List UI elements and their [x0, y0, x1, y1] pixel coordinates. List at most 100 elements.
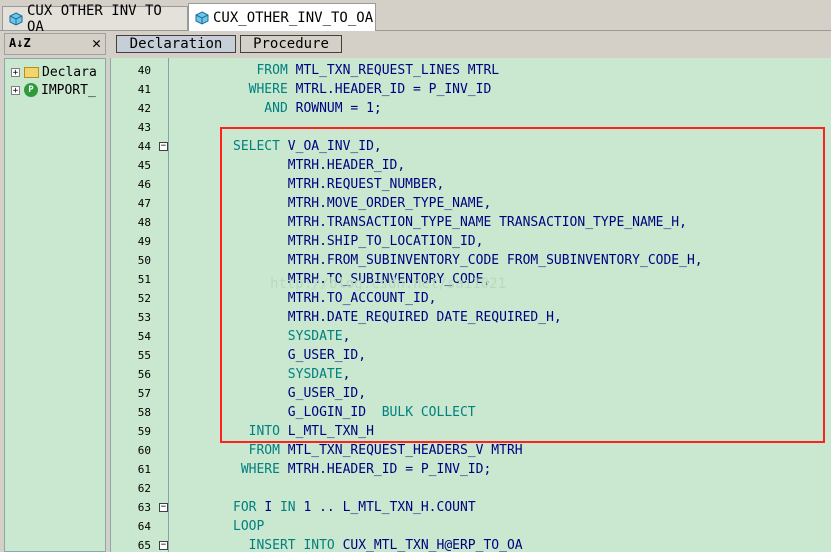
line-number: 47: [137, 197, 151, 210]
line-number: 43: [137, 121, 151, 134]
sql-identifier: MTRH.HEADER_ID,: [233, 158, 406, 173]
line-number: 54: [137, 330, 151, 343]
code-text: INTO L_MTL_TXN_H: [233, 422, 374, 441]
code-line[interactable]: 50 MTRH.FROM_SUBINVENTORY_CODE FROM_SUBI…: [111, 251, 831, 270]
line-number: 52: [137, 292, 151, 305]
code-text: MTRH.DATE_REQUIRED DATE_REQUIRED_H,: [233, 308, 562, 327]
tab-procedure[interactable]: Procedure: [240, 35, 342, 53]
expand-icon[interactable]: +: [11, 85, 20, 95]
tab-cux-other-inv-to-oa-2[interactable]: CUX_OTHER_INV_TO_OA: [188, 3, 376, 31]
sql-identifier: MTRH.FROM_SUBINVENTORY_CODE FROM_SUBINVE…: [233, 253, 703, 268]
line-number: 51: [137, 273, 151, 286]
code-line[interactable]: 45 MTRH.HEADER_ID,: [111, 156, 831, 175]
sql-keyword: FOR: [233, 500, 265, 515]
line-number: 44: [137, 140, 151, 153]
tab-label: CUX OTHER INV TO OA: [27, 2, 162, 35]
sql-identifier: ROWNUM = 1;: [295, 101, 382, 116]
code-line[interactable]: 41 WHERE MTRL.HEADER_ID = P_INV_ID: [111, 80, 831, 99]
code-text: WHERE MTRH.HEADER_ID = P_INV_ID;: [233, 460, 491, 479]
tree-item-label: IMPORT_: [41, 82, 96, 98]
line-number: 42: [137, 102, 151, 115]
code-line[interactable]: 42 AND ROWNUM = 1;: [111, 99, 831, 118]
sql-identifier: MTL_TXN_REQUEST_HEADERS_V MTRH: [287, 443, 523, 458]
line-number: 60: [137, 444, 151, 457]
sql-keyword: FROM: [233, 443, 288, 458]
tab-cux-other-inv-to-oa-1[interactable]: CUX OTHER INV TO OA: [2, 3, 188, 35]
code-line[interactable]: 46 MTRH.REQUEST_NUMBER,: [111, 175, 831, 194]
sql-keyword: BULK COLLECT: [381, 405, 476, 420]
sql-identifier: L_MTL_TXN_H: [287, 424, 374, 439]
line-number: 50: [137, 254, 151, 267]
sql-identifier: MTRH.SHIP_TO_LOCATION_ID,: [233, 234, 484, 249]
line-number: 62: [137, 482, 151, 495]
code-line[interactable]: 54 SYSDATE,: [111, 327, 831, 346]
code-text: WHERE MTRL.HEADER_ID = P_INV_ID: [233, 80, 492, 99]
code-text: INSERT INTO CUX_MTL_TXN_H@ERP_TO_OA: [233, 536, 523, 552]
line-number: 49: [137, 235, 151, 248]
expand-icon[interactable]: +: [11, 67, 20, 77]
code-line[interactable]: 47 MTRH.MOVE_ORDER_TYPE_NAME,: [111, 194, 831, 213]
tab-declaration[interactable]: Declaration: [116, 35, 236, 53]
line-number: 64: [137, 520, 151, 533]
collapse-icon[interactable]: −: [159, 503, 168, 512]
close-icon[interactable]: ✕: [92, 34, 101, 52]
code-editor[interactable]: 40 FROM MTL_TXN_REQUEST_LINES MTRL 41 WHE…: [110, 58, 831, 552]
code-line[interactable]: 63− FOR I IN 1 .. L_MTL_TXN_H.COUNT: [111, 498, 831, 517]
code-line[interactable]: 65− INSERT INTO CUX_MTL_TXN_H@ERP_TO_OA: [111, 536, 831, 552]
package-cube-icon: [9, 11, 23, 26]
code-text: LOOP: [233, 517, 264, 536]
tree-item-import[interactable]: + P IMPORT_: [11, 81, 96, 99]
code-line[interactable]: 60 FROM MTL_TXN_REQUEST_HEADERS_V MTRH: [111, 441, 831, 460]
code-line[interactable]: 59 INTO L_MTL_TXN_H: [111, 422, 831, 441]
line-number: 57: [137, 387, 151, 400]
code-line[interactable]: 43: [111, 118, 831, 137]
tree-item-declaration[interactable]: + Declara: [11, 63, 97, 81]
code-text: MTRH.REQUEST_NUMBER,: [233, 175, 445, 194]
line-number: 56: [137, 368, 151, 381]
tree-item-label: Declara: [42, 64, 97, 80]
sql-identifier: 1 .. L_MTL_TXN_H.COUNT: [303, 500, 476, 515]
code-line[interactable]: 48 MTRH.TRANSACTION_TYPE_NAME TRANSACTIO…: [111, 213, 831, 232]
line-number: 58: [137, 406, 151, 419]
sql-identifier: V_OA_INV_ID,: [287, 139, 382, 154]
collapse-icon[interactable]: −: [159, 142, 168, 151]
line-number: 55: [137, 349, 151, 362]
sql-keyword: IN: [279, 500, 304, 515]
code-line[interactable]: 55 G_USER_ID,: [111, 346, 831, 365]
sql-identifier: MTRH.TO_ACCOUNT_ID,: [233, 291, 437, 306]
code-line[interactable]: 40 FROM MTL_TXN_REQUEST_LINES MTRL: [111, 61, 831, 80]
sql-keyword: WHERE: [233, 462, 288, 477]
code-line[interactable]: 64 LOOP: [111, 517, 831, 536]
code-line[interactable]: 49 MTRH.SHIP_TO_LOCATION_ID,: [111, 232, 831, 251]
sql-keyword: INTO: [233, 424, 288, 439]
sql-identifier: MTRH.DATE_REQUIRED DATE_REQUIRED_H,: [233, 310, 562, 325]
line-number: 48: [137, 216, 151, 229]
code-line[interactable]: 58 G_LOGIN_ID BULK COLLECT: [111, 403, 831, 422]
collapse-icon[interactable]: −: [159, 541, 168, 550]
code-line[interactable]: 53 MTRH.DATE_REQUIRED DATE_REQUIRED_H,: [111, 308, 831, 327]
sql-keyword: FROM: [233, 63, 296, 78]
sql-keyword: WHERE: [233, 82, 296, 97]
code-line[interactable]: 61 WHERE MTRH.HEADER_ID = P_INV_ID;: [111, 460, 831, 479]
sort-alpha-icon[interactable]: A↓Z: [9, 36, 31, 50]
sql-identifier: I: [264, 500, 280, 515]
line-number: 46: [137, 178, 151, 191]
code-line[interactable]: 56 SYSDATE,: [111, 365, 831, 384]
sql-keyword: INSERT INTO: [233, 538, 343, 552]
sql-keyword: SELECT: [233, 139, 288, 154]
package-icon: P: [24, 83, 38, 97]
line-number: 61: [137, 463, 151, 476]
sql-identifier: MTRH.REQUEST_NUMBER,: [233, 177, 445, 192]
sql-identifier: G_USER_ID,: [233, 386, 367, 401]
code-text: MTRH.FROM_SUBINVENTORY_CODE FROM_SUBINVE…: [233, 251, 703, 270]
sql-keyword: SYSDATE: [233, 367, 343, 382]
code-text: FROM MTL_TXN_REQUEST_LINES MTRL: [233, 61, 499, 80]
code-line[interactable]: 62: [111, 479, 831, 498]
code-line[interactable]: 44− SELECT V_OA_INV_ID,: [111, 137, 831, 156]
code-line[interactable]: 57 G_USER_ID,: [111, 384, 831, 403]
sql-identifier: CUX_MTL_TXN_H@ERP_TO_OA: [342, 538, 523, 552]
sql-identifier: MTRH.MOVE_ORDER_TYPE_NAME,: [233, 196, 492, 211]
sql-identifier: MTRH.TRANSACTION_TYPE_NAME TRANSACTION_T…: [233, 215, 687, 230]
navigator-toolbar: A↓Z ✕: [4, 33, 106, 55]
folder-icon: [24, 66, 39, 78]
